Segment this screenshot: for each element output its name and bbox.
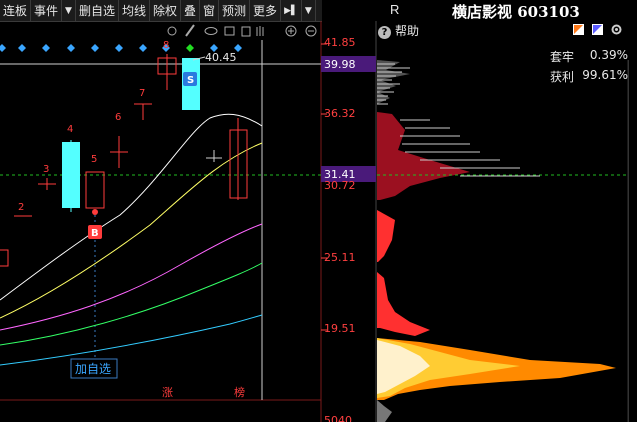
toolbar-remove-watchlist-button[interactable]: 删自选 (76, 0, 119, 21)
event-diamond[interactable] (67, 44, 75, 52)
trash-icon[interactable] (241, 26, 251, 37)
chip-gray-band (377, 60, 410, 104)
toolbar-overlay-button[interactable]: 叠 (181, 0, 201, 21)
kline-chart[interactable]: 2 3 4 5 6 7 8 40.45 S B 加自选 涨 榜 41.85 39… (0, 21, 637, 422)
high-annotation: 40.45 (205, 51, 237, 64)
price-label-highlight: 39.98 (324, 58, 356, 71)
day-label: 4 (67, 124, 73, 135)
price-label: 30.72 (324, 179, 356, 192)
event-diamond[interactable] (42, 44, 50, 52)
day-label: 2 (18, 202, 24, 213)
toolbar-lianban-button[interactable]: 连板 (0, 0, 32, 21)
candle[interactable] (0, 249, 9, 267)
brush-icon[interactable] (185, 24, 195, 37)
ma10-line (0, 142, 263, 319)
sell-marker-label: S (187, 75, 194, 86)
chart-toolbar: 连板 事件 ▼ 删自选 均线 除权 叠 窗 预测 更多 ▶▌ ▼ (0, 0, 322, 22)
nav-end-icon[interactable]: ▶▌ (281, 0, 302, 21)
toolbar-window-button[interactable]: 窗 (200, 0, 220, 21)
chip-red-band (377, 210, 395, 262)
price-label: 19.51 (324, 322, 356, 335)
day-label: 5 (91, 154, 97, 165)
chart-tool-icons (167, 24, 317, 37)
nav-dropdown-icon[interactable]: ▼ (302, 0, 316, 21)
price-label: 41.85 (324, 36, 356, 49)
ma5-line (0, 113, 263, 301)
add-watchlist-label: 加自选 (75, 362, 111, 376)
day-label: 7 (139, 88, 145, 99)
price-label: 25.11 (324, 251, 356, 264)
toolbar-ma-button[interactable]: 均线 (119, 0, 150, 21)
rank-tag: 榜 (234, 385, 245, 399)
chip-distribution[interactable] (377, 60, 616, 422)
ma30-line (0, 262, 263, 346)
stock-title: 横店影视 603103 (452, 3, 580, 21)
event-diamond[interactable] (115, 44, 123, 52)
event-diamond[interactable] (186, 44, 194, 52)
events-dropdown-icon[interactable]: ▼ (62, 0, 76, 21)
event-diamond[interactable] (0, 44, 6, 52)
toolbar-events-button[interactable]: 事件 (31, 0, 63, 21)
toolbar-more-button[interactable]: 更多 (250, 0, 282, 21)
chip-darkred-band (377, 112, 470, 200)
eye-icon[interactable] (204, 27, 218, 35)
buy-marker-label: B (91, 228, 99, 239)
ma20-line (0, 223, 263, 331)
r-indicator[interactable]: R (390, 2, 399, 17)
buy-point (92, 209, 98, 215)
chip-volume-band (377, 400, 392, 422)
price-label: 36.32 (324, 107, 356, 120)
candle[interactable] (62, 142, 80, 208)
events-label: 事件 (34, 4, 59, 18)
day-label: 8 (163, 40, 169, 51)
event-diamond[interactable] (91, 44, 99, 52)
volume-label: 5040 (324, 414, 352, 422)
day-label: 3 (43, 164, 49, 175)
toolbar-forecast-button[interactable]: 预测 (219, 0, 251, 21)
ma60-line (0, 314, 263, 366)
toolbar-exright-button[interactable]: 除权 (150, 0, 181, 21)
gear-icon[interactable] (167, 26, 177, 36)
hand-icon[interactable] (256, 26, 264, 36)
chip-red-band-2 (377, 272, 430, 336)
day-label: 6 (115, 112, 121, 123)
event-diamond[interactable] (18, 44, 26, 52)
basket-icon[interactable] (224, 26, 235, 36)
candles[interactable] (0, 54, 248, 267)
candle[interactable] (85, 171, 105, 209)
event-diamond[interactable] (139, 44, 147, 52)
limit-up-tag: 涨 (162, 386, 173, 399)
right-edge-column (628, 60, 637, 422)
